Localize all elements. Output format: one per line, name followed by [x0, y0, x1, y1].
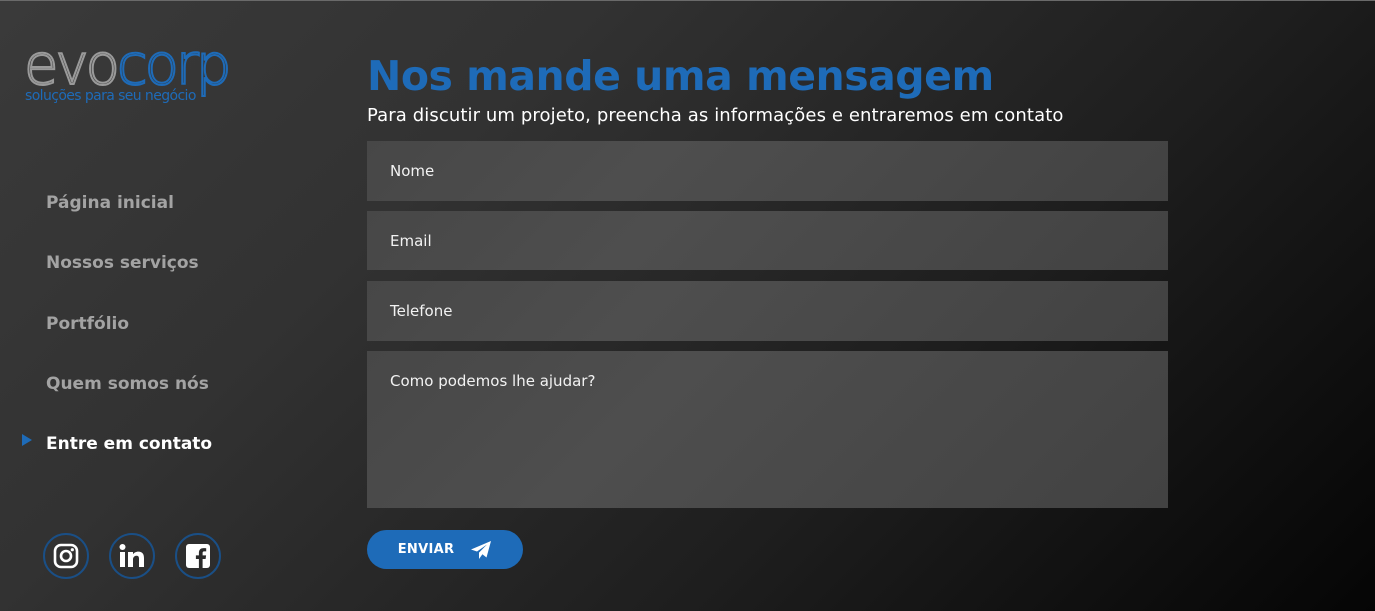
instagram-link[interactable] [43, 533, 89, 579]
nav-item-portfolio[interactable]: Portfólio [0, 307, 330, 367]
page-subtitle: Para discutir um projeto, preencha as in… [367, 105, 1064, 126]
main-nav: Página inicial Nossos serviços Portfólio… [0, 186, 330, 487]
name-field-placeholder: Nome [390, 162, 435, 180]
evocorp-logo[interactable]: evocorp soluções para seu negócio [23, 37, 274, 113]
nav-item-label: Quem somos nós [46, 374, 209, 395]
nav-item-label: Página inicial [46, 193, 174, 214]
message-field-placeholder: Como podemos lhe ajudar? [390, 372, 596, 390]
sidebar: evocorp soluções para seu negócio Página… [0, 0, 330, 611]
linkedin-link[interactable] [109, 533, 155, 579]
page-title: Nos mande uma mensagem [367, 52, 994, 100]
logo-wordmark: evocorp [23, 37, 232, 95]
nav-item-pagina-inicial[interactable]: Página inicial [0, 186, 330, 246]
facebook-icon [186, 544, 210, 568]
nav-item-quem-somos-nos[interactable]: Quem somos nós [0, 367, 330, 427]
message-field[interactable]: Como podemos lhe ajudar? [367, 351, 1168, 508]
instagram-icon [53, 543, 79, 569]
nav-item-entre-em-contato[interactable]: Entre em contato [0, 427, 330, 487]
logo-tagline: soluções para seu negócio [25, 88, 196, 104]
linkedin-icon [119, 544, 144, 567]
phone-field-placeholder: Telefone [390, 302, 453, 320]
phone-field[interactable]: Telefone [367, 281, 1168, 341]
social-links [43, 533, 221, 579]
name-field[interactable]: Nome [367, 141, 1168, 201]
nav-item-nossos-servicos[interactable]: Nossos serviços [0, 246, 330, 306]
nav-item-label: Portfólio [46, 313, 130, 334]
send-button[interactable]: ENVIAR [367, 530, 523, 569]
email-field[interactable]: Email [367, 211, 1168, 270]
contact-section: Nos mande uma mensagem Para discutir um … [367, 0, 1168, 611]
nav-item-label: Nossos serviços [46, 253, 199, 274]
nav-item-label: Entre em contato [46, 434, 213, 455]
facebook-link[interactable] [175, 533, 221, 579]
email-field-placeholder: Email [390, 231, 432, 250]
send-button-label: ENVIAR [397, 542, 455, 557]
active-arrow-icon [22, 434, 32, 447]
paper-plane-icon [471, 540, 492, 559]
